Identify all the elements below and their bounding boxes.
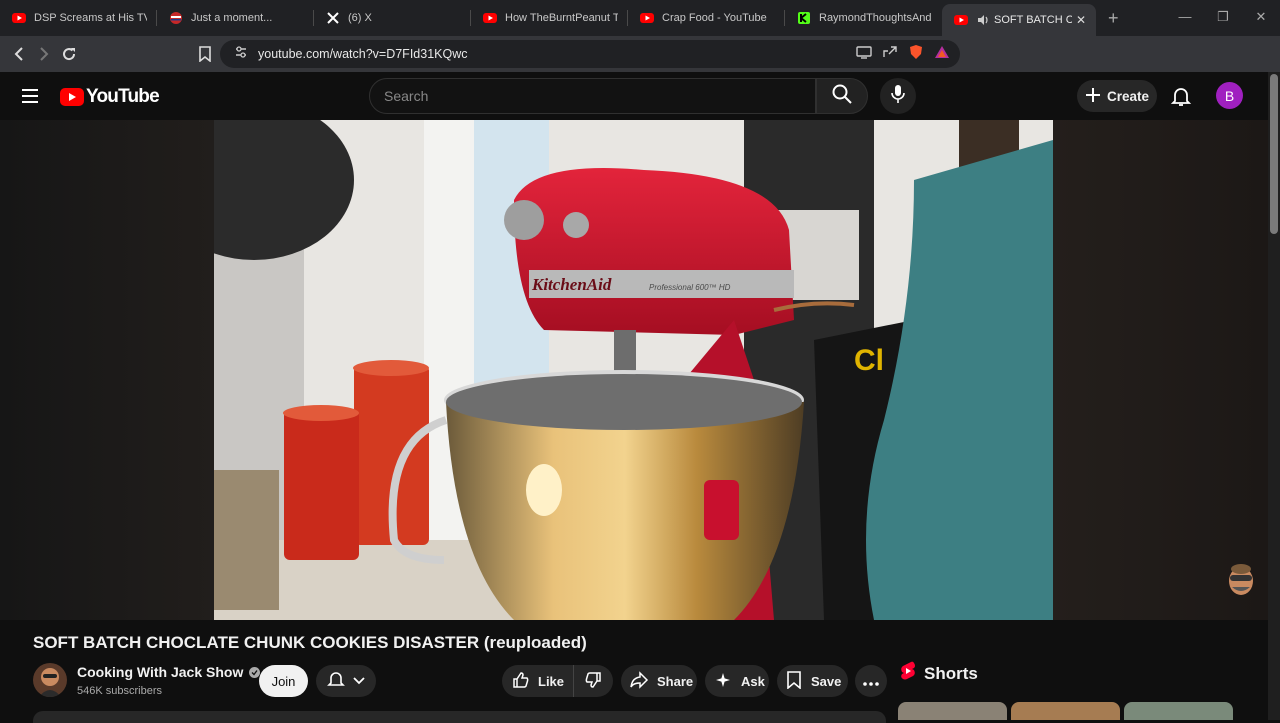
microphone-icon — [890, 84, 906, 109]
chevron-down-icon — [353, 672, 365, 690]
plus-icon — [1085, 87, 1101, 106]
video-title: SOFT BATCH CHOCLATE CHUNK COOKIES DISAST… — [33, 633, 587, 652]
speaker-icon[interactable] — [976, 13, 990, 27]
url-text: youtube.com/watch?v=D7FId31KQwc — [258, 47, 468, 61]
shorts-thumbnail[interactable] — [1011, 702, 1120, 720]
account-avatar[interactable]: B — [1216, 82, 1243, 109]
youtube-logo-text: YouTube — [86, 86, 160, 107]
browser-tab[interactable]: Crap Food - YouTube — [628, 0, 785, 36]
tab-title: Just a moment... — [191, 12, 273, 24]
hamburger-menu-icon[interactable] — [18, 84, 42, 108]
flag-icon — [169, 11, 183, 25]
youtube-logo[interactable]: YouTube — [60, 86, 160, 108]
youtube-header: YouTube Create B — [0, 72, 1280, 120]
browser-tab[interactable]: How TheBurntPeanut Took — [471, 0, 628, 36]
search-input[interactable] — [384, 88, 815, 104]
youtube-play-icon — [60, 88, 84, 106]
channel-name-row[interactable]: Cooking With Jack Show — [77, 664, 261, 680]
more-horizontal-icon — [863, 674, 879, 689]
shorts-thumbnail[interactable] — [1124, 702, 1233, 720]
forward-icon[interactable] — [31, 40, 56, 68]
minimize-icon[interactable]: — — [1166, 0, 1204, 36]
subscription-notifications-button[interactable] — [316, 665, 376, 697]
shorts-icon — [900, 661, 916, 686]
page-scrollbar[interactable] — [1268, 72, 1280, 720]
sparkle-icon — [715, 672, 731, 691]
youtube-icon — [12, 11, 26, 25]
voice-search-button[interactable] — [880, 78, 916, 114]
site-settings-icon[interactable] — [234, 45, 248, 64]
description-box[interactable] — [33, 711, 886, 723]
youtube-icon — [640, 11, 654, 25]
like-button[interactable]: Like — [502, 665, 574, 697]
like-dislike-group: Like — [502, 665, 613, 697]
new-tab-icon[interactable]: + — [1108, 8, 1119, 29]
video-frame: Cl KitchenAid Professional 600™ HD — [214, 120, 1053, 620]
search-box — [369, 78, 816, 114]
kick-icon — [797, 11, 811, 25]
youtube-icon — [954, 13, 968, 27]
shorts-thumbnail[interactable] — [898, 702, 1007, 720]
tab-title: (6) X — [348, 12, 372, 24]
like-label: Like — [538, 673, 565, 689]
notifications-bell-icon[interactable] — [1169, 84, 1193, 108]
share-label: Share — [657, 673, 694, 689]
channel-name[interactable]: Cooking With Jack Show — [77, 664, 243, 680]
dislike-button[interactable] — [574, 665, 612, 697]
tab-title: How TheBurntPeanut Took — [505, 12, 618, 24]
close-tab-icon[interactable]: ✕ — [1076, 13, 1086, 27]
browser-toolbar: youtube.com/watch?v=D7FId31KQwc — [0, 36, 1280, 93]
brave-rewards-icon[interactable] — [934, 45, 950, 64]
tab-title: RaymondThoughtsAndMi — [819, 12, 932, 24]
join-button[interactable]: Join — [259, 665, 308, 697]
subscriber-count: 546K subscribers — [77, 685, 162, 697]
svg-text:Cl: Cl — [854, 344, 884, 377]
thumbs-up-icon — [512, 671, 530, 692]
save-label: Save — [811, 673, 842, 689]
back-icon[interactable] — [6, 40, 31, 68]
bookmark-icon[interactable] — [192, 40, 217, 68]
browser-tab[interactable]: (6) X — [314, 0, 471, 36]
search-button[interactable] — [816, 78, 868, 114]
more-actions-button[interactable] — [855, 665, 887, 697]
brave-shields-icon[interactable] — [908, 44, 924, 65]
address-bar[interactable]: youtube.com/watch?v=D7FId31KQwc — [220, 40, 960, 68]
bell-icon — [327, 670, 345, 693]
tab-title: Crap Food - YouTube — [662, 12, 767, 24]
browser-tab-active[interactable]: SOFT BATCH CHOC ✕ — [942, 4, 1096, 36]
ask-label: Ask — [741, 673, 765, 689]
maximize-icon[interactable]: ❐ — [1204, 0, 1242, 36]
mixer-brand-text: KitchenAid — [531, 275, 612, 294]
save-button[interactable]: Save — [777, 665, 848, 697]
video-player[interactable]: Cl KitchenAid Professional 600™ HD — [214, 120, 1053, 620]
browser-tab[interactable]: RaymondThoughtsAndMi — [785, 0, 942, 36]
share-page-icon[interactable] — [882, 45, 898, 64]
create-button[interactable]: Create — [1077, 80, 1157, 112]
shorts-shelf-header: Shorts — [900, 661, 978, 686]
scrollbar-thumb[interactable] — [1270, 74, 1278, 234]
tab-title: DSP Screams at His TV as — [34, 12, 147, 24]
create-label: Create — [1106, 88, 1150, 104]
channel-avatar[interactable] — [33, 663, 67, 697]
tab-title: SOFT BATCH CHOC — [994, 14, 1072, 26]
share-arrow-icon — [629, 670, 649, 692]
ask-button[interactable]: Ask — [705, 665, 769, 697]
thumbs-down-icon — [584, 671, 602, 692]
window-controls: — ❐ ✕ — [1166, 0, 1280, 36]
search-icon — [832, 84, 852, 109]
window-close-icon[interactable]: ✕ — [1242, 0, 1280, 36]
browser-tab[interactable]: Just a moment... — [157, 0, 314, 36]
x-icon — [326, 11, 340, 25]
reload-icon[interactable] — [56, 40, 81, 68]
shorts-title: Shorts — [924, 663, 978, 683]
youtube-icon — [483, 11, 497, 25]
mixer-model-text: Professional 600™ HD — [649, 283, 731, 292]
cast-icon[interactable] — [856, 45, 872, 64]
bookmark-save-icon — [787, 670, 801, 692]
floating-face-avatar[interactable] — [1226, 563, 1256, 597]
browser-tab[interactable]: DSP Screams at His TV as — [0, 0, 157, 36]
browser-tab-strip: DSP Screams at His TV as Just a moment..… — [0, 0, 1280, 36]
share-button[interactable]: Share — [621, 665, 697, 697]
shorts-thumbnails — [898, 702, 1233, 720]
